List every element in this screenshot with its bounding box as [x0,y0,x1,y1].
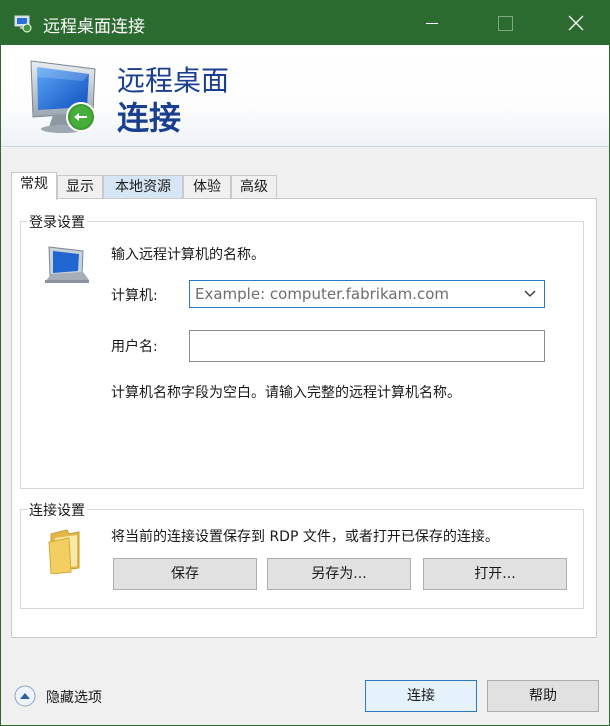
login-settings-group: 登录设置 输入远程计算机的名称。 计算机: Example: computer.… [20,212,584,489]
username-input[interactable] [189,330,545,362]
empty-computer-warning: 计算机名称字段为空白。请输入完整的远程计算机名称。 [111,385,461,401]
window-title: 远程桌面连接 [43,17,145,37]
login-instruction: 输入远程计算机的名称。 [111,247,265,263]
username-label: 用户名: [111,339,158,355]
title-bar[interactable]: 远程桌面连接 [1,1,609,45]
minimize-button[interactable] [409,1,455,45]
computer-input[interactable]: Example: computer.fabrikam.com [195,285,449,303]
computer-icon [45,246,89,283]
maximize-button[interactable] [481,1,527,45]
save-button[interactable]: 保存 [113,558,257,590]
connection-settings-group: 连接设置 将当前的连接设置保存到 RDP 文件，或者打开已保存的连接。 保存 另… [20,500,584,609]
hide-options-toggle[interactable]: 隐藏选项 [14,685,124,709]
tab-general[interactable]: 常规 [11,172,57,200]
hide-options-label[interactable]: 隐藏选项 [46,687,102,707]
computer-combobox[interactable]: Example: computer.fabrikam.com [189,280,545,308]
connection-description: 将当前的连接设置保存到 RDP 文件，或者打开已保存的连接。 [111,529,499,545]
connect-button[interactable]: 连接 [365,680,477,712]
header-banner: 远程桌面 连接 [1,45,609,147]
tab-display[interactable]: 显示 [57,175,103,199]
tab-local-resources[interactable]: 本地资源 [103,175,183,199]
help-button[interactable]: 帮助 [487,680,599,712]
login-settings-title: 登录设置 [27,212,87,232]
close-button[interactable] [553,1,599,45]
chevron-up-icon[interactable] [14,685,36,707]
chevron-down-icon[interactable] [524,290,536,298]
connection-settings-title: 连接设置 [27,500,87,520]
tab-advanced[interactable]: 高级 [231,175,277,199]
remote-desktop-app-icon [14,15,32,33]
tab-experience[interactable]: 体验 [183,175,231,199]
open-button[interactable]: 打开... [423,558,567,590]
folder-icon [48,529,80,574]
banner-title-line2: 连接 [117,99,182,137]
computer-label: 计算机: [111,288,158,304]
remote-desktop-window: 远程桌面连接 远程桌面 连接 常规 显示 本地资源 体验 高级 登录设置 输入远… [0,0,610,726]
monitor-connection-icon [30,60,96,133]
close-icon [568,15,584,31]
general-tab-panel: 登录设置 输入远程计算机的名称。 计算机: Example: computer.… [11,198,597,638]
save-as-button[interactable]: 另存为... [267,558,411,590]
